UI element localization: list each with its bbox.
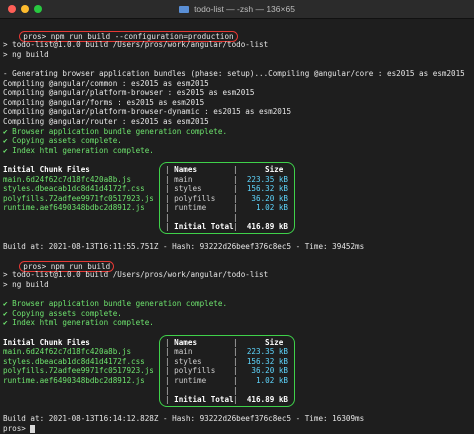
command-line: pros> npm run build xyxy=(3,251,471,273)
output-line: > ng build xyxy=(3,280,49,290)
chunk-file: styles.dbeacab1dc8d41d4172f.css xyxy=(3,356,145,366)
chunk-file: polyfills.72adfee9971fc0517923.js xyxy=(3,366,154,376)
output-line: Compiling @angular/common : es2015 as es… xyxy=(3,78,209,88)
output-line: > ng build xyxy=(3,49,49,59)
chunk-file: main.6d24f62c7d18fc420a8b.js xyxy=(3,174,132,184)
chunk-header: Initial Chunk Files xyxy=(3,164,90,174)
success-line: ✔ Browser application bundle generation … xyxy=(3,299,228,309)
chunk-file: main.6d24f62c7d18fc420a8b.js xyxy=(3,347,132,357)
summary-highlight xyxy=(159,161,295,234)
success-line: ✔ Browser application bundle generation … xyxy=(3,126,228,136)
output-line: Compiling @angular/platform-browser-dyna… xyxy=(3,107,292,117)
output-line: > todo-list@1.0.0 build /Users/pros/work… xyxy=(3,270,269,280)
success-line: ✔ Copying assets complete. xyxy=(3,308,122,318)
build-info: Build at: 2021-08-13T16:11:55.751Z - Has… xyxy=(3,241,365,251)
output-line: Compiling @angular/router : es2015 as es… xyxy=(3,116,209,126)
chunk-file: runtime.aef6490348bdbc2d8912.js xyxy=(3,375,145,385)
chunk-block: Initial Chunk Files | Names | Size main.6d2… xyxy=(3,334,471,407)
terminal-output[interactable]: pros> npm run build --configuration=prod… xyxy=(0,19,474,434)
chunk-file: styles.dbeacab1dc8d41d4172f.css xyxy=(3,184,145,194)
zoom-window-button[interactable] xyxy=(34,5,42,13)
chunk-file: polyfills.72adfee9971fc0517923.js xyxy=(3,193,154,203)
success-line: ✔ Index html generation complete. xyxy=(3,318,154,328)
summary-highlight xyxy=(159,334,295,407)
chunk-header: Initial Chunk Files xyxy=(3,337,90,347)
output-line: Compiling @angular/platform-browser : es… xyxy=(3,88,255,98)
output-line: > todo-list@1.0.0 build /Users/pros/work… xyxy=(3,40,269,50)
success-line: ✔ Copying assets complete. xyxy=(3,136,122,146)
folder-icon xyxy=(179,5,190,13)
window-title: todo-list — -zsh — 136×65 xyxy=(194,4,295,14)
output-line: Compiling @angular/forms : es2015 as esm… xyxy=(3,97,205,107)
command-line: pros> npm run build --configuration=prod… xyxy=(3,21,471,43)
command-line[interactable]: pros> xyxy=(3,424,471,434)
close-window-button[interactable] xyxy=(8,5,16,13)
minimize-window-button[interactable] xyxy=(21,5,29,13)
build-info: Build at: 2021-08-13T16:14:12.828Z - Has… xyxy=(3,414,365,424)
traffic-lights[interactable] xyxy=(8,5,42,13)
output-line: - Generating browser application bundles… xyxy=(3,68,465,78)
success-line: ✔ Index html generation complete. xyxy=(3,145,154,155)
chunk-file: runtime.aef6490348bdbc2d8912.js xyxy=(3,203,145,213)
prompt: pros> xyxy=(3,423,26,433)
window-titlebar: todo-list — -zsh — 136×65 xyxy=(0,0,474,19)
text-cursor xyxy=(30,424,36,433)
chunk-block: Initial Chunk Files | Names | Size main.6d2… xyxy=(3,161,471,234)
